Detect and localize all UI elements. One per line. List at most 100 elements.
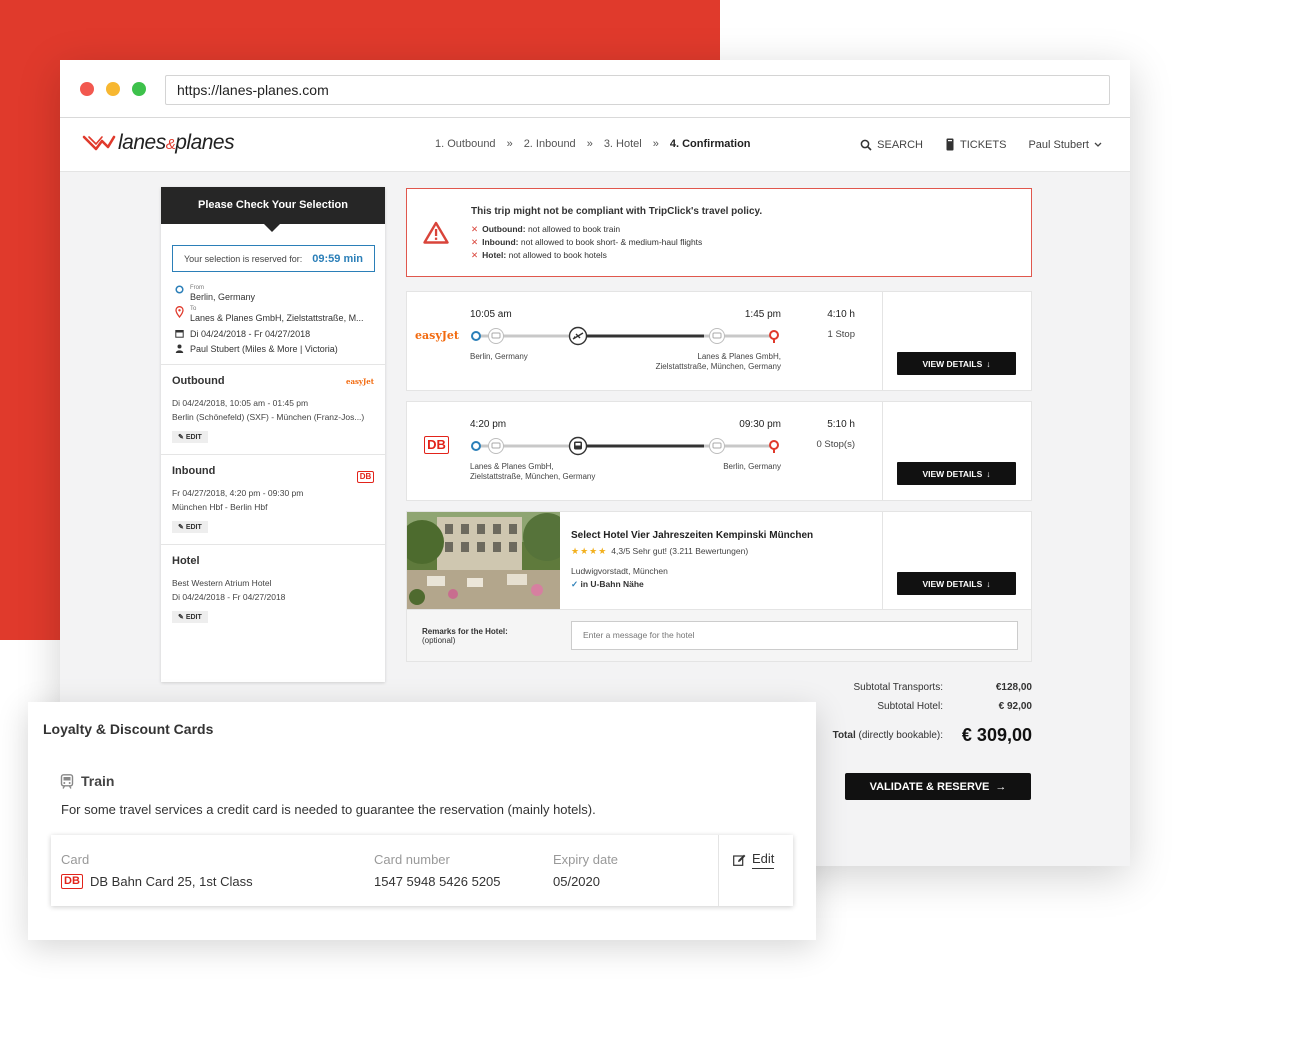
app-header: lanes&planes 1. Outbound » 2. Inbound » … xyxy=(60,118,1130,172)
maximize-window-dot[interactable] xyxy=(132,82,146,96)
reservation-time: 09:59 min xyxy=(312,252,363,265)
departure-time: 10:05 am xyxy=(470,309,512,320)
hotel-summary-dates: Di 04/24/2018 - Fr 04/27/2018 xyxy=(172,592,286,602)
destination-place: Berlin, Germany xyxy=(723,462,781,471)
view-details-inbound-button[interactable]: VIEW DETAILS ↓ xyxy=(897,462,1016,485)
tickets-nav-label: TICKETS xyxy=(960,138,1007,151)
alert-title: This trip might not be compliant with Tr… xyxy=(471,206,763,217)
train-icon xyxy=(60,773,74,789)
loyalty-description: For some travel services a credit card i… xyxy=(61,802,596,817)
subtotal-hotel-value: € 92,00 xyxy=(998,701,1032,712)
card-divider xyxy=(882,402,883,500)
hotel-rating: 4,3/5 Sehr gut! (3.211 Bewertungen) xyxy=(611,546,749,556)
validate-reserve-button[interactable]: VALIDATE & RESERVE → xyxy=(845,773,1031,800)
hotel-info: Select Hotel Vier Jahreszeiten Kempinski… xyxy=(571,530,813,590)
address-bar[interactable]: https://lanes-planes.com xyxy=(165,75,1110,105)
card-divider xyxy=(882,512,883,609)
card-value: DB DB Bahn Card 25, 1st Class xyxy=(61,874,253,889)
loyalty-title: Loyalty & Discount Cards xyxy=(43,721,214,737)
total-value: € 309,00 xyxy=(961,725,1032,745)
summary-inbound: Inbound DB Fr 04/27/2018, 4:20 pm - 09:3… xyxy=(161,454,385,544)
reservation-timer: Your selection is reserved for: 09:59 mi… xyxy=(172,245,375,272)
step-inbound[interactable]: 2. Inbound xyxy=(524,138,576,150)
destination-pin-icon xyxy=(174,306,184,320)
dates-row: Di 04/24/2018 - Fr 04/27/2018 xyxy=(174,329,385,340)
loyalty-card-row: Card DB DB Bahn Card 25, 1st Class Card n… xyxy=(51,835,793,906)
reservation-label: Your selection is reserved for: xyxy=(184,253,303,264)
search-nav-button[interactable]: SEARCH xyxy=(860,139,923,151)
step-separator: » xyxy=(506,138,513,150)
from-label: From xyxy=(190,285,204,291)
arrow-down-icon: ↓ xyxy=(986,358,991,369)
minimize-window-dot[interactable] xyxy=(106,82,120,96)
inbound-train-card: DB 4:20 pm 09:30 pm 5:10 h 0 Stop(s) Lan… xyxy=(406,401,1032,501)
chevron-down-icon xyxy=(1094,142,1102,147)
alert-item: ✕ Hotel: not allowed to book hotels xyxy=(471,250,607,260)
db-carrier-logo: DB xyxy=(424,436,449,454)
inbound-route: München Hbf - Berlin Hbf xyxy=(172,502,268,512)
edit-outbound-button[interactable]: ✎ EDIT xyxy=(172,431,208,443)
browser-chrome: https://lanes-planes.com xyxy=(60,60,1130,118)
journey-track xyxy=(471,326,779,346)
ticket-icon xyxy=(946,138,954,151)
subtotal-transports-row: Subtotal Transports: €128,00 xyxy=(760,682,1033,693)
destination-place: Lanes & Planes GmbH, Zielstattstraße, Mün… xyxy=(655,352,781,371)
view-details-outbound-button[interactable]: VIEW DETAILS ↓ xyxy=(897,352,1016,375)
db-logo: DB xyxy=(61,874,83,889)
stop-count: 1 Stop xyxy=(827,329,855,340)
card-divider xyxy=(882,292,883,390)
edit-inbound-button[interactable]: ✎ EDIT xyxy=(172,521,208,533)
user-menu[interactable]: Paul Stubert xyxy=(1028,139,1102,151)
step-separator: » xyxy=(586,138,593,150)
search-icon xyxy=(860,139,872,151)
origin-place: Lanes & Planes GmbH, Zielstattstraße, Mün… xyxy=(470,462,596,481)
close-window-dot[interactable] xyxy=(80,82,94,96)
calendar-icon xyxy=(174,329,184,340)
hotel-remarks-input[interactable]: Enter a message for the hotel xyxy=(571,621,1018,650)
expiry-value: 05/2020 xyxy=(553,874,600,889)
arrival-time: 09:30 pm xyxy=(739,419,781,430)
edit-icon xyxy=(733,854,746,866)
departure-time: 4:20 pm xyxy=(470,419,507,430)
hotel-summary-name: Best Western Atrium Hotel xyxy=(172,578,272,588)
person-icon xyxy=(174,344,184,355)
lanes-planes-logo[interactable]: lanes&planes xyxy=(82,131,235,155)
step-outbound[interactable]: 1. Outbound xyxy=(435,138,496,150)
remarks-label: Remarks for the Hotel: (optional) xyxy=(422,627,508,645)
expiry-header: Expiry date xyxy=(553,852,619,867)
to-row: To Lanes & Planes GmbH, Zielstattstraße, … xyxy=(174,306,385,323)
card-row-divider xyxy=(718,835,719,906)
traveller-name: Paul Stubert (Miles & More | Victoria) xyxy=(190,344,338,354)
hotel-photo-image xyxy=(407,512,560,609)
edit-card-button[interactable]: Edit xyxy=(733,851,775,869)
cross-icon: ✕ xyxy=(471,224,479,234)
cross-icon: ✕ xyxy=(471,237,479,247)
edit-hotel-button[interactable]: ✎ EDIT xyxy=(172,611,208,623)
from-row: From Berlin, Germany xyxy=(174,285,385,302)
route-info: From Berlin, Germany To Lanes & Planes Gmb… xyxy=(161,272,385,355)
summary-outbound: Outbound easyJet Di 04/24/2018, 10:05 am… xyxy=(161,364,385,454)
alert-body: This trip might not be compliant with Tr… xyxy=(471,206,762,262)
step-confirmation[interactable]: 4. Confirmation xyxy=(670,138,751,150)
checkmark-icon: ✓ xyxy=(571,579,579,589)
train-section-label: Train xyxy=(81,773,115,789)
outbound-flight-card: easyJet 10:05 am 1:45 pm 4:10 h 1 Stop B… xyxy=(406,291,1032,391)
db-logo: DB xyxy=(357,471,374,483)
arrow-right-icon: → xyxy=(995,780,1007,793)
hotel-rating-row: ★★★★ 4,3/5 Sehr gut! (3.211 Bewertungen) xyxy=(571,546,813,557)
origin-circle-icon xyxy=(174,285,184,296)
to-value: Lanes & Planes GmbH, Zielstattstraße, M.… xyxy=(190,313,364,323)
step-hotel[interactable]: 3. Hotel xyxy=(604,138,642,150)
outbound-times: Di 04/24/2018, 10:05 am - 01:45 pm xyxy=(172,398,309,408)
star-rating-icon: ★★★★ xyxy=(571,546,608,556)
view-details-hotel-button[interactable]: VIEW DETAILS ↓ xyxy=(897,572,1016,595)
arrow-down-icon: ↓ xyxy=(986,578,991,589)
card-number-column: Card number 1547 5948 5426 5205 xyxy=(374,852,501,889)
outbound-title: Outbound xyxy=(172,375,225,387)
arrow-down-icon: ↓ xyxy=(986,468,991,479)
easyjet-carrier-logo: easyJet xyxy=(415,329,459,342)
subtotal-transports-label: Subtotal Transports: xyxy=(853,682,944,693)
hotel-photo[interactable] xyxy=(407,512,560,609)
tickets-nav-button[interactable]: TICKETS xyxy=(945,138,1006,151)
subtotal-transports-value: €128,00 xyxy=(995,682,1032,693)
